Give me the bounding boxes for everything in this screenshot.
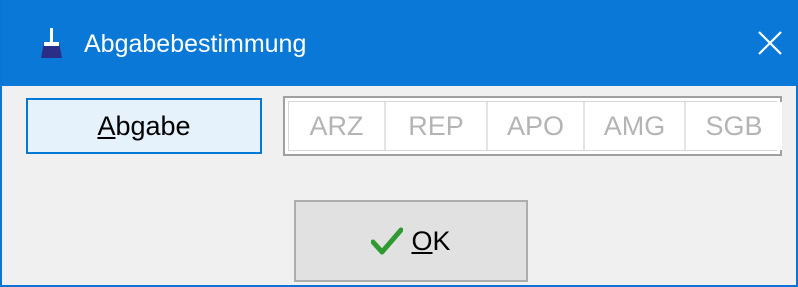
code-apo[interactable]: APO xyxy=(488,102,585,150)
ok-mnemonic: O xyxy=(411,225,433,256)
close-button[interactable] xyxy=(746,18,794,68)
brush-icon xyxy=(41,28,62,58)
window-title: Abgabebestimmung xyxy=(84,30,307,58)
ok-label: K xyxy=(432,225,451,256)
abgabe-button[interactable]: Abgabe xyxy=(26,98,262,154)
code-arz[interactable]: ARZ xyxy=(289,102,386,150)
code-sgb[interactable]: SGB xyxy=(686,102,782,150)
title-bar[interactable]: Abgabebestimmung xyxy=(2,0,798,86)
abgabe-mnemonic: A xyxy=(97,110,116,141)
abgabe-codes-group: ARZ REP APO AMG SGB xyxy=(283,96,782,156)
close-icon xyxy=(758,31,782,55)
code-amg[interactable]: AMG xyxy=(585,102,686,150)
check-icon xyxy=(371,227,404,255)
dialog-window: Abgabebestimmung Abgabe ARZ REP APO AMG … xyxy=(0,0,798,287)
ok-button[interactable]: OK xyxy=(294,200,528,282)
abgabe-label: bgabe xyxy=(115,110,191,141)
code-rep[interactable]: REP xyxy=(386,102,488,150)
